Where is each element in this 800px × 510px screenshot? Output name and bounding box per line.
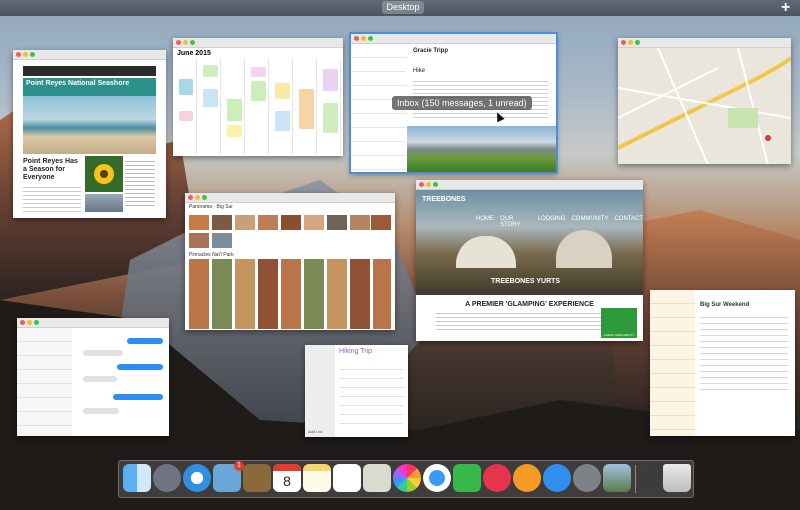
mail-sender: Gracie Tripp — [413, 48, 449, 54]
app-store-icon[interactable] — [543, 464, 571, 492]
system-preferences-icon[interactable] — [573, 464, 601, 492]
photos-icon[interactable] — [393, 464, 421, 492]
message-bubble-gray — [83, 350, 123, 356]
reminders-icon[interactable] — [333, 464, 361, 492]
music-icon[interactable] — [483, 464, 511, 492]
window-titlebar — [13, 50, 166, 60]
availability-badge[interactable]: CHECK AVAILABILITY — [601, 308, 637, 338]
conversation-list — [17, 328, 72, 436]
trash-icon[interactable] — [663, 464, 691, 492]
maps-window[interactable] — [618, 38, 791, 164]
add-space-button[interactable]: + — [781, 0, 790, 17]
notebook-icon[interactable] — [243, 464, 271, 492]
safari-window[interactable]: TREEBONES HOME OUR STORY LODGING COMMUNI… — [416, 180, 643, 341]
message-bubble-gray — [83, 408, 119, 414]
add-list-button[interactable]: Add List — [308, 429, 322, 434]
photos-grid-top — [185, 211, 395, 251]
calendar-month-title: June 2015 — [177, 50, 211, 57]
birds-photo — [85, 194, 123, 212]
dock-separator — [635, 465, 636, 493]
message-bubble-blue — [127, 338, 163, 344]
window-titlebar — [618, 38, 791, 48]
nav-lodging[interactable]: LODGING — [538, 216, 566, 228]
notes-list — [650, 290, 695, 436]
hero-caption: TREEBONES YURTS — [491, 278, 561, 285]
nav-home[interactable]: HOME — [476, 216, 494, 228]
pages-newsletter-window[interactable]: Point Reyes National Seashore Point Reye… — [13, 50, 166, 218]
message-bubble-gray — [83, 376, 117, 382]
facetime-icon[interactable] — [453, 464, 481, 492]
calendar-icon[interactable]: 8 — [273, 464, 301, 492]
nav-contact[interactable]: CONTACT — [614, 216, 643, 228]
calendar-grid — [173, 59, 343, 154]
photo-viewer-icon[interactable] — [603, 464, 631, 492]
launchpad-icon[interactable] — [153, 464, 181, 492]
notes-icon[interactable] — [303, 464, 331, 492]
notes-window[interactable]: Big Sur Weekend — [650, 290, 795, 436]
availability-badge-label: CHECK AVAILABILITY — [603, 333, 635, 337]
calendar-window[interactable]: June 2015 — [173, 38, 343, 156]
sunflower-photo — [85, 156, 123, 192]
site-logo: TREEBONES — [422, 196, 466, 203]
mail-icon[interactable]: 1 — [213, 461, 244, 492]
map-view — [618, 47, 791, 164]
newsletter-headline: Point Reyes Has a Season for Everyone — [23, 158, 78, 181]
photos-section-title: Panorama · Big Sur — [189, 204, 233, 210]
mail-attachment-photo — [407, 126, 556, 172]
mail-window-hover-label: Inbox (150 messages, 1 unread) — [392, 96, 532, 110]
yurt-shape — [456, 236, 516, 268]
ibooks-icon[interactable] — [513, 464, 541, 492]
newsletter-masthead: Point Reyes National Seashore — [23, 78, 156, 96]
window-titlebar — [173, 38, 343, 48]
yurt-shape-2 — [556, 230, 612, 268]
window-titlebar — [351, 34, 556, 44]
website-hero: TREEBONES HOME OUR STORY LODGING COMMUNI… — [416, 190, 643, 295]
photos-section-title-2: Pinnacles Nat'l Park — [189, 252, 234, 258]
beach-photo — [23, 96, 156, 154]
messages-window[interactable] — [17, 318, 169, 436]
reminders-window[interactable]: Hiking Trip Add List — [305, 345, 408, 437]
window-titlebar — [185, 193, 395, 203]
message-bubble-blue — [117, 364, 163, 370]
reminders-list-title: Hiking Trip — [339, 348, 373, 355]
photos-grid-bottom — [189, 259, 391, 329]
nav-community[interactable]: COMMUNITY — [571, 216, 608, 228]
window-titlebar — [17, 318, 169, 328]
desktop-space-thumbnail[interactable]: Desktop — [382, 1, 424, 14]
messages-icon[interactable] — [423, 464, 451, 492]
calendar-date: 8 — [283, 473, 291, 489]
dock: 1 8 — [118, 460, 694, 498]
photos-window[interactable]: Panorama · Big Sur Pinnacles Nat'l Park — [185, 193, 395, 330]
reminders-sidebar — [305, 345, 335, 437]
window-titlebar — [416, 180, 643, 190]
site-nav: HOME OUR STORY LODGING COMMUNITY CONTACT — [476, 216, 643, 228]
safari-icon[interactable] — [183, 464, 211, 492]
mail-subject: Hike — [413, 68, 426, 74]
message-bubble-blue — [113, 394, 163, 400]
nav-our-story[interactable]: OUR STORY — [500, 216, 532, 228]
note-title: Big Sur Weekend — [700, 302, 750, 308]
finder-icon[interactable] — [123, 464, 151, 492]
preview-icon[interactable] — [363, 464, 391, 492]
